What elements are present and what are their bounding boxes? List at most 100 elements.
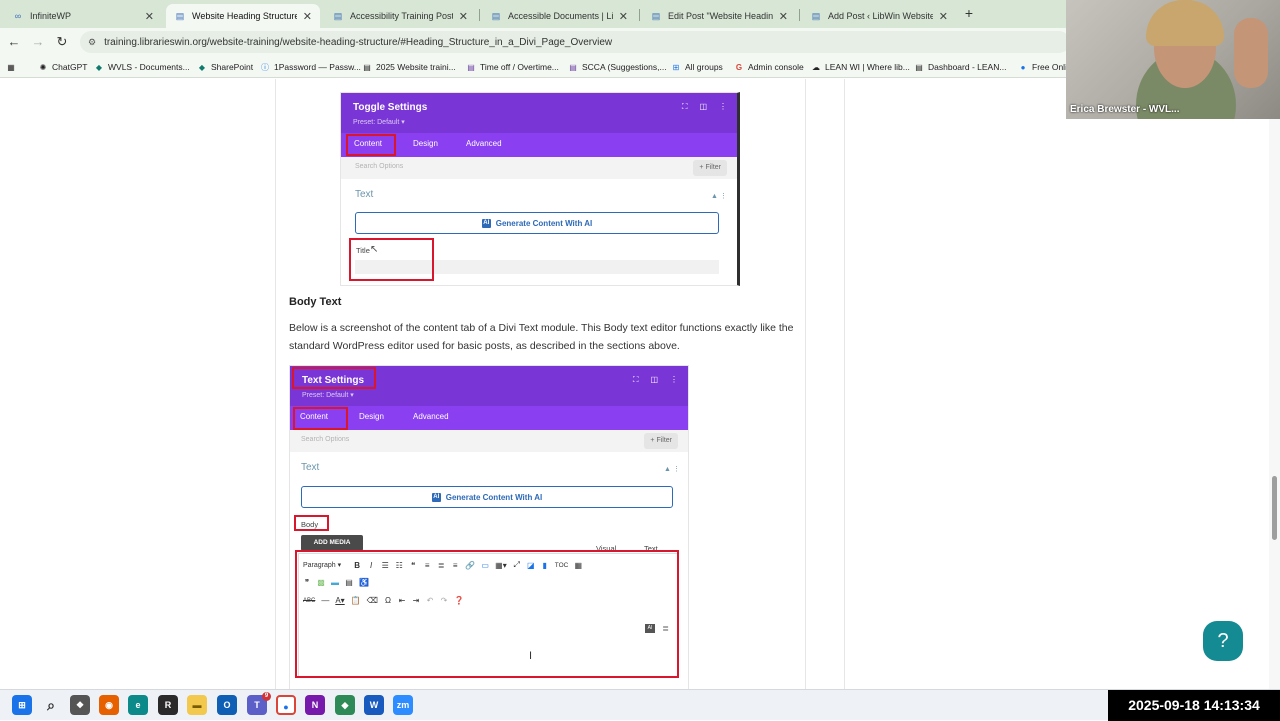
tab-advanced: Advanced <box>466 139 502 148</box>
teams-icon[interactable]: T9 <box>247 692 271 715</box>
page-icon: ▤ <box>333 10 343 21</box>
back-icon[interactable]: ← <box>6 34 22 50</box>
panel-header-icons: ⛶ ◫ ⋮ <box>633 375 678 385</box>
bookmark-lean-wi[interactable]: ☁ LEAN WI | Where lib... <box>811 60 910 74</box>
expand-icon: ⛶ <box>632 375 639 384</box>
tab-add-post[interactable]: ▤ Add Post ‹ LibWin Website Trai ✕ <box>802 4 956 28</box>
page-scrollbar[interactable] <box>1269 79 1280 689</box>
panel-tabs: Content Design Advanced <box>290 406 688 430</box>
new-tab-button[interactable]: + <box>962 5 976 21</box>
bookmark-free-online[interactable]: ● Free Onlin <box>1018 60 1072 74</box>
taskbar: ⊞ ⌕ ❖ ◉ e R ▬ O T9 ● N ◆ W zm 2025-09-18… <box>0 689 1280 721</box>
terminal-icon[interactable]: R <box>158 695 178 715</box>
split-view-icon: ◫ <box>650 375 658 384</box>
scrollbar-thumb[interactable] <box>1272 476 1277 540</box>
tab-separator <box>479 9 480 21</box>
forward-icon[interactable]: → <box>30 34 46 50</box>
section-title: Text <box>301 462 320 473</box>
word-icon[interactable]: W <box>364 695 384 715</box>
filter-button: + Filter <box>693 160 727 176</box>
task-view-icon[interactable]: ❖ <box>70 695 90 715</box>
bookmark-label: Time off / Overtime... <box>480 62 559 72</box>
tab-accessible-documents[interactable]: ▤ Accessible Documents | LibWin ✕ <box>482 4 636 28</box>
tab-infinitewp[interactable]: ∞ InfiniteWP ✕ <box>4 4 162 28</box>
reload-icon[interactable]: ↻ <box>54 34 70 50</box>
page-icon: ▤ <box>651 10 661 21</box>
bookmark-wvls-documents[interactable]: ◆ WVLS - Documents... <box>94 60 190 74</box>
highlight-content-tab <box>293 407 348 430</box>
tab-title: InfiniteWP <box>30 11 72 21</box>
more-icon: ⋮ <box>719 102 727 111</box>
chevron-up-icon: ▲ ⋮ <box>664 466 680 473</box>
webcam-hand <box>1234 18 1268 88</box>
bookmark-2025-website-training[interactable]: ▤ 2025 Website traini... <box>362 60 455 74</box>
close-icon[interactable]: ✕ <box>303 10 312 23</box>
bookmark-chatgpt[interactable]: ✺ ChatGPT <box>38 60 88 74</box>
gallery-icon[interactable]: ◆ <box>335 695 355 715</box>
sharepoint-icon: ◆ <box>198 62 206 72</box>
search-icon[interactable]: ⌕ <box>41 695 61 715</box>
bookmark-label: LEAN WI | Where lib... <box>825 62 910 72</box>
generate-ai-button: AI Generate Content With AI <box>301 486 673 508</box>
split-view-icon: ◫ <box>699 102 707 111</box>
bookmark-time-off[interactable]: ▤ Time off / Overtime... <box>466 60 559 74</box>
highlight-content-tab <box>346 134 396 156</box>
site-info-icon[interactable]: ⚙ <box>88 37 96 48</box>
sharepoint-icon: ◆ <box>95 62 103 72</box>
bookmark-admin-console[interactable]: G Admin console <box>734 60 804 74</box>
highlight-body-label <box>294 515 329 531</box>
form-icon: ▤ <box>569 62 577 72</box>
bookmark-1password[interactable]: ⓘ 1Password — Passw... <box>260 60 361 74</box>
tab-design: Design <box>413 139 438 148</box>
close-icon[interactable]: ✕ <box>779 10 788 23</box>
bookmark-label: WVLS - Documents... <box>108 62 190 72</box>
bookmark-label: Admin console <box>748 62 804 72</box>
panel-tabs: Content Design Advanced <box>341 133 737 157</box>
expand-icon: ⛶ <box>681 102 688 111</box>
tab-design: Design <box>359 412 384 421</box>
bookmark-all-groups[interactable]: ⊞ All groups <box>671 60 723 74</box>
help-button[interactable]: ? <box>1203 621 1243 661</box>
page-icon: ▤ <box>491 10 501 21</box>
generate-ai-button: AI Generate Content With AI <box>355 212 719 234</box>
bookmark-label: ChatGPT <box>52 62 88 72</box>
file-explorer-icon[interactable]: ▬ <box>187 695 207 715</box>
tab-accessibility-training[interactable]: ▤ Accessibility Training Posts | Lit ✕ <box>324 4 476 28</box>
chrome-icon[interactable]: ● <box>276 695 296 715</box>
apps-grid-icon[interactable]: ▦ <box>6 60 20 74</box>
edge-icon[interactable]: e <box>128 695 148 715</box>
zoom-icon[interactable]: zm <box>393 695 413 715</box>
bookmark-scca[interactable]: ▤ SCCA (Suggestions,... <box>568 60 666 74</box>
tab-title: Accessibility Training Posts | Lit <box>350 11 453 21</box>
panel-header: Toggle Settings Preset: Default ▾ ⛶ ◫ ⋮ <box>341 93 737 133</box>
tab-edit-post[interactable]: ▤ Edit Post "Website Heading Str ✕ <box>642 4 796 28</box>
tab-title: Accessible Documents | LibWin <box>508 11 613 21</box>
generate-ai-label: Generate Content With AI <box>445 492 543 502</box>
firefox-icon[interactable]: ◉ <box>99 695 119 715</box>
bookmark-dashboard-lean[interactable]: ▤ Dashboard - LEAN... <box>914 60 1006 74</box>
windows-start-icon[interactable]: ⊞ <box>12 695 32 715</box>
close-icon[interactable]: ✕ <box>939 10 948 23</box>
bookmark-label: Dashboard - LEAN... <box>928 62 1007 72</box>
generate-ai-label: Generate Content With AI <box>495 218 593 228</box>
highlight-text-settings-title <box>292 367 376 389</box>
globe-icon: ● <box>1020 62 1026 72</box>
url-field[interactable]: ⚙ training.librarieswin.org/website-trai… <box>80 31 1070 53</box>
search-options-placeholder: Search Options <box>355 163 404 170</box>
close-icon[interactable]: ✕ <box>459 10 468 23</box>
close-icon[interactable]: ✕ <box>145 10 154 23</box>
onenote-icon[interactable]: N <box>305 695 325 715</box>
panel-title: Toggle Settings <box>353 102 428 113</box>
highlight-title-field <box>349 238 434 281</box>
webcam-participant-name: Erica Brewster - WVL... <box>1070 104 1180 115</box>
lean-icon: ☁ <box>812 62 820 72</box>
tab-title: Add Post ‹ LibWin Website Trai <box>828 11 933 21</box>
outlook-icon[interactable]: O <box>217 695 237 715</box>
page-icon: ▤ <box>175 10 185 21</box>
page-icon: ▤ <box>811 10 821 21</box>
grid-icon: ▦ <box>7 62 15 72</box>
close-icon[interactable]: ✕ <box>619 10 628 23</box>
column-divider <box>805 79 806 689</box>
tab-website-heading-structure[interactable]: ▤ Website Heading Structure | Lib ✕ <box>166 4 320 28</box>
bookmark-sharepoint[interactable]: ◆ SharePoint <box>197 60 253 74</box>
